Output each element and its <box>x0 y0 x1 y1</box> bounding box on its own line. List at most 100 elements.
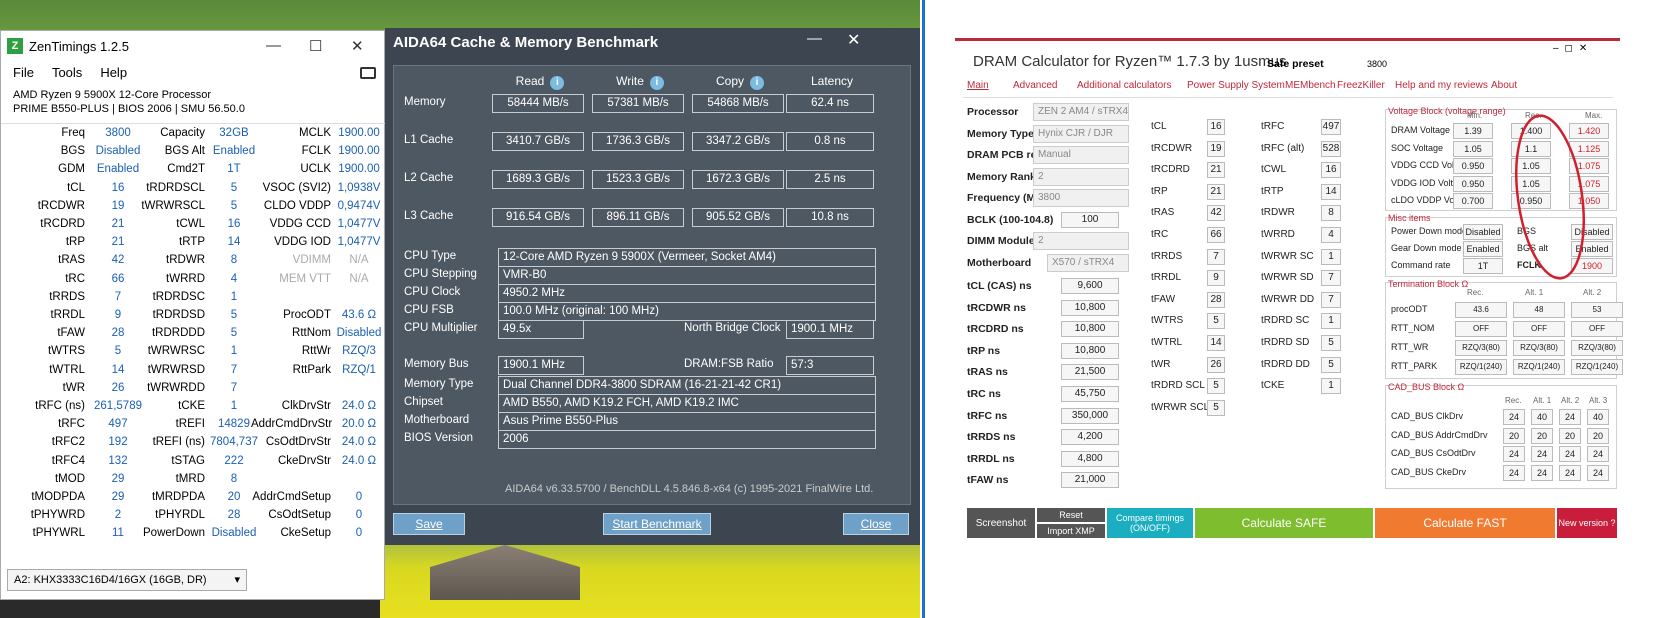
calculate-fast-button[interactable]: Calculate FAST <box>1375 508 1555 538</box>
misc-value[interactable]: 1T <box>1463 258 1503 274</box>
tab-7[interactable]: About <box>1491 80 1517 91</box>
cad-value[interactable]: 24 <box>1531 446 1553 462</box>
start-benchmark-button[interactable]: Start Benchmark <box>603 513 711 535</box>
info-icon[interactable]: i <box>750 76 764 90</box>
tab-6[interactable]: Help and my reviews <box>1395 80 1488 91</box>
cad-value[interactable]: 24 <box>1503 409 1525 425</box>
term-value[interactable]: 43.6 <box>1455 302 1507 318</box>
col3-value[interactable]: 16 <box>1321 162 1341 179</box>
cad-value[interactable]: 24 <box>1559 464 1581 481</box>
cad-value[interactable]: 24 <box>1503 464 1525 481</box>
col2-value[interactable]: 42 <box>1207 205 1225 222</box>
tab-3[interactable]: Power Supply System <box>1187 80 1285 91</box>
new-version-button[interactable]: New version ? <box>1557 508 1617 538</box>
col3-value[interactable]: 1 <box>1321 248 1341 265</box>
volt-value[interactable]: 0.700 <box>1453 193 1493 209</box>
col3-value[interactable]: 5 <box>1321 335 1341 351</box>
menu-file[interactable]: File <box>13 65 34 80</box>
tab-4[interactable]: MEMbench <box>1285 80 1336 91</box>
col2-value[interactable]: 5 <box>1207 399 1225 416</box>
term-value[interactable]: RZQ/3(80) <box>1455 340 1507 356</box>
volt-value[interactable]: 1.39 <box>1453 123 1493 139</box>
term-value[interactable]: RZQ/1(240) <box>1571 359 1623 375</box>
compare-timings-button[interactable]: Compare timings (ON/OFF) <box>1107 508 1193 538</box>
dram-left-select[interactable]: ZEN 2 AM4 / sTRX4 <box>1033 103 1129 121</box>
term-value[interactable]: RZQ/1(240) <box>1455 359 1507 375</box>
col3-value[interactable]: 4 <box>1321 227 1341 243</box>
dram-left-select[interactable]: 2 <box>1033 232 1129 250</box>
dram-left-value[interactable]: 10,800 <box>1061 299 1119 316</box>
reset-button[interactable]: Reset <box>1037 508 1105 522</box>
cad-value[interactable]: 20 <box>1587 427 1609 444</box>
term-value[interactable]: 48 <box>1513 302 1565 318</box>
volt-value[interactable]: 1.05 <box>1453 140 1493 157</box>
tab-2[interactable]: Additional calculators <box>1077 80 1172 91</box>
save-button[interactable]: Save <box>393 513 465 535</box>
col2-value[interactable]: 9 <box>1207 270 1225 287</box>
dram-left-select[interactable]: Manual <box>1033 146 1129 164</box>
dram-left-select[interactable]: 2 <box>1033 167 1129 186</box>
col3-value[interactable]: 528 <box>1321 140 1341 157</box>
dram-left-value[interactable]: 9,600 <box>1061 278 1119 294</box>
term-value[interactable]: RZQ/1(240) <box>1513 359 1565 375</box>
window-controls[interactable]: –◻✕ <box>1553 43 1593 54</box>
maximize-icon[interactable]: ☐ <box>309 37 322 55</box>
cad-value[interactable]: 20 <box>1503 427 1525 444</box>
dram-left-select[interactable]: 3800 <box>1033 189 1129 207</box>
col2-value[interactable]: 66 <box>1207 227 1225 243</box>
volt-value[interactable]: 0.950 <box>1453 158 1493 174</box>
close-button[interactable]: Close <box>843 513 909 535</box>
term-value[interactable]: OFF <box>1513 321 1565 337</box>
cad-value[interactable]: 40 <box>1587 409 1609 425</box>
camera-icon[interactable] <box>360 67 376 79</box>
tab-5[interactable]: FreezKiller <box>1337 80 1385 91</box>
close-icon[interactable]: ✕ <box>351 37 364 55</box>
tab-1[interactable]: Advanced <box>1013 80 1057 91</box>
col3-value[interactable]: 14 <box>1321 183 1341 200</box>
dram-left-value[interactable]: 21,500 <box>1061 364 1119 381</box>
calculate-safe-button[interactable]: Calculate SAFE <box>1195 508 1373 538</box>
cad-value[interactable]: 24 <box>1587 464 1609 481</box>
dram-left-select[interactable]: Hynix CJR / DJR <box>1033 124 1129 143</box>
col3-value[interactable]: 8 <box>1321 205 1341 222</box>
col3-value[interactable]: 497 <box>1321 119 1341 135</box>
col2-value[interactable]: 21 <box>1207 162 1225 179</box>
col3-value[interactable]: 1 <box>1321 313 1341 330</box>
dram-left-value[interactable]: 10,800 <box>1061 321 1119 338</box>
tab-0[interactable]: Main <box>967 80 989 91</box>
cad-value[interactable]: 24 <box>1559 446 1581 462</box>
dram-left-value[interactable]: 21,000 <box>1061 472 1119 489</box>
dram-left-value[interactable]: 100 <box>1061 211 1119 228</box>
info-icon[interactable]: i <box>649 76 664 90</box>
cad-value[interactable]: 24 <box>1587 446 1609 462</box>
cad-value[interactable]: 24 <box>1559 409 1581 425</box>
dram-left-value[interactable]: 4,800 <box>1061 450 1119 467</box>
cad-value[interactable]: 20 <box>1559 427 1581 444</box>
cad-value[interactable]: 24 <box>1503 446 1525 462</box>
term-value[interactable]: RZQ/3(80) <box>1513 340 1565 356</box>
dram-left-value[interactable]: 350,000 <box>1061 407 1119 424</box>
col2-value[interactable]: 5 <box>1207 313 1225 330</box>
menu-help[interactable]: Help <box>100 65 127 80</box>
menu-tools[interactable]: Tools <box>52 65 82 80</box>
col3-value[interactable]: 7 <box>1321 291 1341 308</box>
col2-value[interactable]: 5 <box>1207 378 1225 395</box>
col2-value[interactable]: 14 <box>1207 335 1225 351</box>
cad-value[interactable]: 24 <box>1531 464 1553 481</box>
dram-left-select[interactable]: X570 / sTRX4 <box>1047 253 1129 272</box>
col2-value[interactable]: 16 <box>1207 119 1225 135</box>
col2-value[interactable]: 21 <box>1207 183 1225 200</box>
info-icon[interactable]: i <box>550 76 565 90</box>
col3-value[interactable]: 5 <box>1321 356 1341 373</box>
col3-value[interactable]: 7 <box>1321 270 1341 287</box>
term-value[interactable]: OFF <box>1571 321 1623 337</box>
col2-value[interactable]: 26 <box>1207 356 1225 373</box>
misc-value[interactable]: Enabled <box>1463 241 1503 257</box>
col2-value[interactable]: 28 <box>1207 291 1225 308</box>
dram-left-value[interactable]: 4,200 <box>1061 429 1119 446</box>
col3-value[interactable]: 1 <box>1321 378 1341 395</box>
minimize-icon[interactable]: — <box>807 30 822 47</box>
col2-value[interactable]: 19 <box>1207 140 1225 157</box>
screenshot-button[interactable]: Screenshot <box>967 508 1035 538</box>
misc-value[interactable]: Disabled <box>1463 224 1503 240</box>
